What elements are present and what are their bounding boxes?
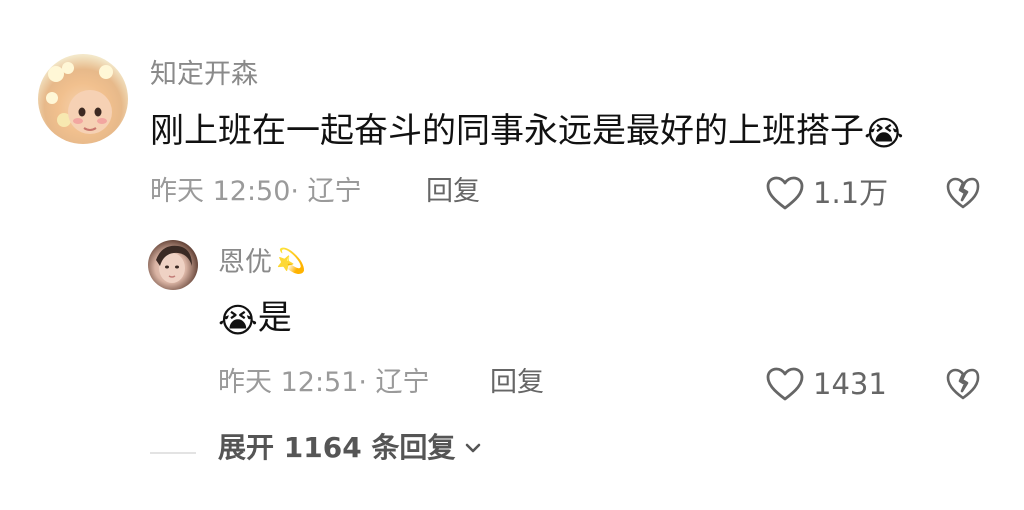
replier-avatar[interactable] (148, 240, 198, 290)
reply-to-reply-button[interactable]: 回复 (490, 369, 544, 396)
commenter-avatar[interactable] (38, 54, 128, 144)
broken-heart-icon (946, 177, 980, 209)
comment-body: 刚上班在一起奋斗的同事永远是最好的上班搭子😭 (150, 111, 904, 154)
heart-outline-icon (766, 176, 804, 210)
expand-replies-button[interactable]: 展开 1164 条回复 (218, 434, 483, 462)
comment-text: 刚上班在一起奋斗的同事永远是最好的上班搭子 (150, 111, 864, 151)
like-count: 1.1万 (813, 175, 889, 210)
avatar-illustration (46, 62, 113, 134)
expand-replies-label: 展开 1164 条回复 (218, 431, 456, 464)
replier-username-row[interactable]: 恩优 💫 (218, 249, 306, 276)
heart-outline-icon (766, 367, 804, 401)
reply-button[interactable]: 回复 (426, 178, 480, 205)
crying-face-emoji: 😭 (864, 114, 904, 154)
reply-timestamp-location: 昨天 12:51· 辽宁 (218, 367, 430, 398)
expand-divider (150, 452, 196, 454)
comment-thread: 知定开森 刚上班在一起奋斗的同事永远是最好的上班搭子😭 昨天 12:50· 辽宁… (0, 0, 1024, 510)
crying-face-emoji: 😭 (218, 301, 258, 341)
comment-timestamp-location: 昨天 12:50· 辽宁 (150, 176, 362, 207)
reply-body: 😭是 (218, 298, 292, 341)
reply-like-button[interactable]: 1431 (765, 366, 887, 402)
like-button[interactable]: 1.1万 (765, 175, 888, 211)
reply-text: 是 (257, 298, 292, 338)
chevron-down-icon (466, 443, 481, 453)
reply-like-count: 1431 (813, 366, 887, 401)
replier-username: 恩优 (218, 247, 272, 278)
dizzy-emoji: 💫 (276, 247, 306, 275)
broken-heart-icon (946, 368, 980, 400)
avatar-photo (156, 245, 192, 283)
commenter-username[interactable]: 知定开森 (150, 61, 258, 88)
dislike-button[interactable] (945, 175, 981, 211)
reply-dislike-button[interactable] (945, 366, 981, 402)
